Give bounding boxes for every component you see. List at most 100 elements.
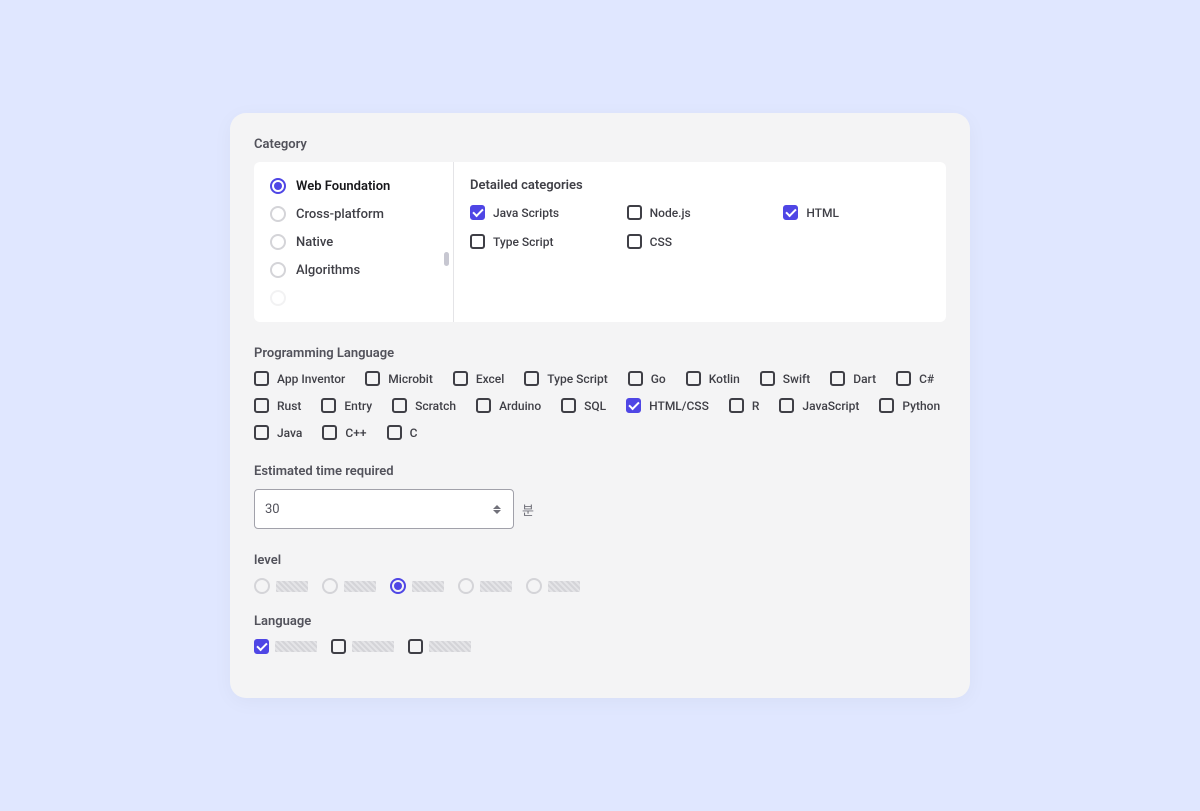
language-checkbox[interactable]: C#: [896, 371, 934, 386]
checkbox-label: HTML: [806, 206, 839, 220]
stepper-icon[interactable]: [493, 505, 503, 514]
language-checkbox[interactable]: Excel: [453, 371, 504, 386]
language-checkbox[interactable]: Swift: [760, 371, 810, 386]
checkbox-icon: [408, 639, 423, 654]
category-heading: Category: [254, 137, 946, 152]
language-checkbox[interactable]: SQL: [561, 398, 606, 413]
checkbox-icon: [524, 371, 539, 386]
category-radio[interactable]: Native: [270, 234, 443, 250]
settings-card: Category Web Foundation Cross-platform Nat…: [230, 113, 970, 698]
language-checkbox[interactable]: Type Script: [524, 371, 607, 386]
checkbox-icon: [627, 234, 642, 249]
checkbox-icon: [760, 371, 775, 386]
language-checkbox[interactable]: R: [729, 398, 760, 413]
detailed-category-checkbox[interactable]: HTML: [783, 205, 930, 220]
checkbox-label: C#: [919, 372, 934, 386]
language-checkbox[interactable]: JavaScript: [779, 398, 859, 413]
radio-icon: [526, 578, 542, 594]
checkbox-icon: [686, 371, 701, 386]
radio-icon: [270, 178, 286, 194]
detailed-category-checkbox[interactable]: Node.js: [627, 205, 774, 220]
checkbox-label: HTML/CSS: [649, 399, 709, 413]
language-checkbox[interactable]: Dart: [830, 371, 876, 386]
checkbox-label: Java: [277, 426, 302, 440]
scrollbar-thumb[interactable]: [444, 252, 449, 266]
category-radio[interactable]: Web Foundation: [270, 178, 443, 194]
checkbox-icon: [476, 398, 491, 413]
checkbox-icon: [254, 425, 269, 440]
time-input[interactable]: 30: [254, 489, 514, 529]
estimated-time-row: 30 분: [254, 489, 946, 529]
programming-language-grid: App Inventor Microbit Excel Type Script Go Ko…: [254, 371, 946, 440]
checkbox-label: Go: [651, 372, 666, 386]
checkbox-icon: [628, 371, 643, 386]
category-radio[interactable]: Algorithms: [270, 262, 443, 278]
detailed-category-checkbox[interactable]: Java Scripts: [470, 205, 617, 220]
language-checkbox[interactable]: Microbit: [365, 371, 433, 386]
level-label-placeholder: [480, 581, 512, 592]
checkbox-icon: [783, 205, 798, 220]
language-row: [254, 639, 946, 654]
checkbox-icon: [626, 398, 641, 413]
radio-label: Cross-platform: [296, 207, 384, 222]
checkbox-icon: [254, 398, 269, 413]
checkbox-icon: [321, 398, 336, 413]
checkbox-icon: [779, 398, 794, 413]
checkbox-label: JavaScript: [802, 399, 859, 413]
radio-label: Web Foundation: [296, 179, 390, 194]
checkbox-label: Rust: [277, 399, 301, 413]
radio-icon: [458, 578, 474, 594]
checkbox-icon: [254, 371, 269, 386]
level-radio[interactable]: [254, 578, 308, 594]
checkbox-label: SQL: [584, 399, 606, 413]
language-checkbox[interactable]: Entry: [321, 398, 372, 413]
radio-label: Algorithms: [296, 263, 360, 278]
level-heading: level: [254, 553, 946, 568]
language-label-placeholder: [429, 641, 471, 652]
ui-language-checkbox[interactable]: [331, 639, 394, 654]
radio-icon: [270, 262, 286, 278]
language-checkbox[interactable]: HTML/CSS: [626, 398, 709, 413]
language-checkbox[interactable]: Go: [628, 371, 666, 386]
language-checkbox[interactable]: Kotlin: [686, 371, 740, 386]
language-checkbox[interactable]: Arduino: [476, 398, 541, 413]
radio-label: Native: [296, 235, 333, 250]
category-radio[interactable]: [270, 290, 443, 306]
language-checkbox[interactable]: Scratch: [392, 398, 456, 413]
language-checkbox[interactable]: Rust: [254, 398, 301, 413]
checkbox-icon: [561, 398, 576, 413]
level-label-placeholder: [344, 581, 376, 592]
detailed-category-checkbox[interactable]: Type Script: [470, 234, 617, 249]
programming-language-heading: Programming Language: [254, 346, 946, 361]
detailed-category-checkbox[interactable]: CSS: [627, 234, 774, 249]
checkbox-icon: [627, 205, 642, 220]
ui-language-checkbox[interactable]: [254, 639, 317, 654]
category-radio[interactable]: Cross-platform: [270, 206, 443, 222]
level-radio[interactable]: [526, 578, 580, 594]
language-checkbox[interactable]: Java: [254, 425, 302, 440]
checkbox-icon: [254, 639, 269, 654]
level-radio[interactable]: [390, 578, 444, 594]
checkbox-icon: [729, 398, 744, 413]
checkbox-label: Scratch: [415, 399, 456, 413]
level-radio[interactable]: [458, 578, 512, 594]
level-label-placeholder: [412, 581, 444, 592]
level-row: [254, 578, 946, 594]
language-checkbox[interactable]: C: [387, 425, 418, 440]
language-checkbox[interactable]: Python: [879, 398, 940, 413]
checkbox-icon: [392, 398, 407, 413]
time-value: 30: [265, 502, 280, 517]
checkbox-icon: [879, 398, 894, 413]
checkbox-label: Python: [902, 399, 940, 413]
ui-language-checkbox[interactable]: [408, 639, 471, 654]
language-checkbox[interactable]: C++: [322, 425, 366, 440]
checkbox-icon: [470, 205, 485, 220]
radio-icon: [254, 578, 270, 594]
checkbox-label: Dart: [853, 372, 876, 386]
language-checkbox[interactable]: App Inventor: [254, 371, 345, 386]
radio-icon: [390, 578, 406, 594]
level-radio[interactable]: [322, 578, 376, 594]
checkbox-label: Microbit: [388, 372, 433, 386]
checkbox-label: Type Script: [547, 372, 607, 386]
checkbox-icon: [365, 371, 380, 386]
